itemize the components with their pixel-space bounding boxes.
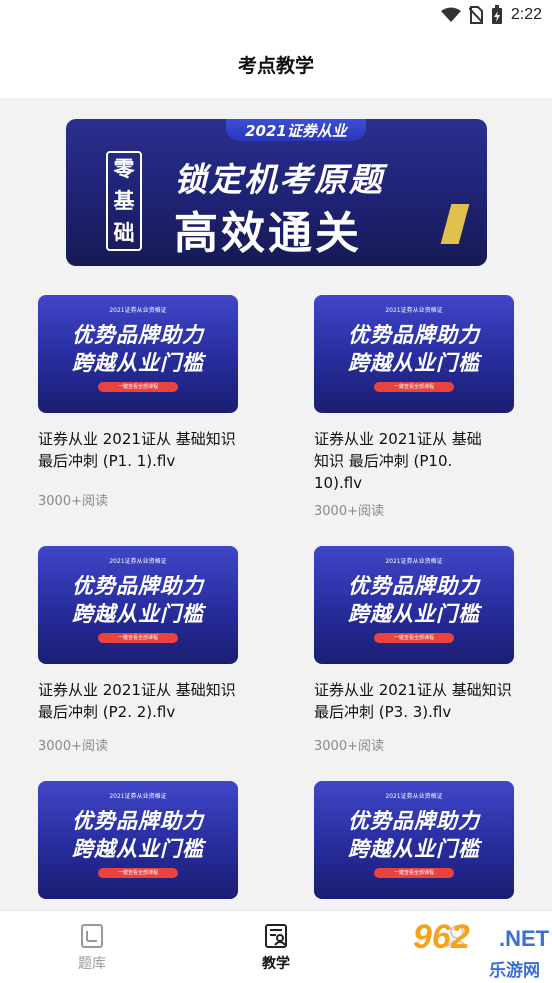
course-card[interactable]: 2021证券从业资格证 优势品牌助力 跨越从业门槛 一键查看全部课程: [38, 781, 268, 910]
course-card[interactable]: 2021证券从业资格证 优势品牌助力 跨越从业门槛 一键查看全部课程 证券从业 …: [38, 546, 268, 766]
read-count: 3000+阅读: [38, 494, 108, 509]
course-thumbnail[interactable]: 2021证券从业资格证 优势品牌助力 跨越从业门槛 一键查看全部课程: [314, 295, 514, 413]
hero-banner[interactable]: 2021证券从业 零 基 础 锁定机考原题 高效通关: [66, 119, 487, 266]
app-header: 考点教学: [0, 30, 552, 98]
read-count: 3000+阅读: [314, 739, 384, 754]
thumb-cta: 一键查看全部课程: [374, 382, 454, 392]
tab-label: 教学: [262, 955, 290, 972]
course-thumbnail[interactable]: 2021证券从业资格证 优势品牌助力 跨越从业门槛 一键查看全部课程: [38, 295, 238, 413]
content-area[interactable]: 2021证券从业 零 基 础 锁定机考原题 高效通关 2021证券从业资格证 优…: [0, 98, 552, 910]
tab-label: 题库: [78, 955, 106, 972]
thumb-headline: 优势品牌助力: [72, 574, 204, 598]
course-title[interactable]: 证券从业 2021证从 基础知识 最后冲刺 (P10. 10).flv: [314, 428, 494, 494]
no-sim-icon: [468, 6, 483, 24]
thumb-caption: 2021证券从业资格证: [385, 793, 443, 800]
thumb-caption: 2021证券从业资格证: [109, 307, 167, 314]
thumb-cta: 一键查看全部课程: [98, 633, 178, 643]
thumb-caption: 2021证券从业资格证: [109, 558, 167, 565]
course-card[interactable]: 2021证券从业资格证 优势品牌助力 跨越从业门槛 一键查看全部课程 证券从业 …: [314, 295, 544, 535]
question-bank-icon: [81, 923, 103, 948]
thumb-subheadline: 跨越从业门槛: [72, 351, 204, 375]
hero-side-label: 零 基 础: [106, 151, 142, 251]
course-thumbnail[interactable]: 2021证券从业资格证 优势品牌助力 跨越从业门槛 一键查看全部课程: [314, 546, 514, 664]
thumb-cta: 一键查看全部课程: [374, 868, 454, 878]
hero-decoration: [440, 204, 470, 244]
watermark-domain: .NET: [499, 926, 550, 951]
read-count: 3000+阅读: [38, 739, 108, 754]
tab-teaching[interactable]: 教学: [216, 911, 336, 983]
thumb-headline: 优势品牌助力: [348, 809, 480, 833]
thumb-cta: 一键查看全部课程: [374, 633, 454, 643]
thumb-caption: 2021证券从业资格证: [385, 558, 443, 565]
watermark-text: 乐游网: [489, 961, 540, 981]
hero-ribbon: 2021证券从业: [226, 119, 366, 141]
thumb-subheadline: 跨越从业门槛: [72, 602, 204, 626]
page-title: 考点教学: [237, 54, 314, 77]
site-watermark: 962 .NET 乐游网: [413, 918, 550, 981]
thumb-subheadline: 跨越从业门槛: [72, 837, 204, 861]
hero-subheadline: 高效通关: [174, 208, 362, 259]
battery-charging-icon: [491, 5, 502, 24]
watermark-number: 962: [413, 918, 470, 956]
thumb-headline: 优势品牌助力: [348, 323, 480, 347]
thumb-cta: 一键查看全部课程: [98, 382, 178, 392]
thumb-headline: 优势品牌助力: [348, 574, 480, 598]
hero-side-char: 础: [113, 220, 135, 245]
hero-side-char: 零: [113, 156, 135, 181]
wifi-icon: [440, 7, 461, 22]
hero-side-char: 基: [113, 188, 135, 213]
thumb-subheadline: 跨越从业门槛: [348, 837, 480, 861]
thumb-caption: 2021证券从业资格证: [109, 793, 167, 800]
teaching-icon: [265, 923, 287, 948]
course-thumbnail[interactable]: 2021证券从业资格证 优势品牌助力 跨越从业门槛 一键查看全部课程: [38, 781, 238, 899]
tab-question-bank[interactable]: 题库: [32, 911, 152, 983]
thumb-cta: 一键查看全部课程: [98, 868, 178, 878]
course-card[interactable]: 2021证券从业资格证 优势品牌助力 跨越从业门槛 一键查看全部课程 证券从业 …: [314, 546, 544, 766]
thumb-caption: 2021证券从业资格证: [385, 307, 443, 314]
course-card[interactable]: 2021证券从业资格证 优势品牌助力 跨越从业门槛 一键查看全部课程 证券从业 …: [38, 295, 268, 525]
course-title[interactable]: 证券从业 2021证从 基础知识 最后冲刺 (P1. 1).flv: [38, 428, 243, 472]
course-thumbnail[interactable]: 2021证券从业资格证 优势品牌助力 跨越从业门槛 一键查看全部课程: [314, 781, 514, 899]
thumb-headline: 优势品牌助力: [72, 323, 204, 347]
course-card[interactable]: 2021证券从业资格证 优势品牌助力 跨越从业门槛 一键查看全部课程: [314, 781, 544, 910]
hero-headline: 锁定机考原题: [174, 160, 384, 199]
thumb-subheadline: 跨越从业门槛: [348, 602, 480, 626]
thumb-subheadline: 跨越从业门槛: [348, 351, 480, 375]
thumb-headline: 优势品牌助力: [72, 809, 204, 833]
status-time: 2:22: [510, 6, 542, 23]
status-icons: 2:22: [440, 4, 542, 26]
course-thumbnail[interactable]: 2021证券从业资格证 优势品牌助力 跨越从业门槛 一键查看全部课程: [38, 546, 238, 664]
status-bar: 2:22: [0, 0, 552, 30]
course-title[interactable]: 证券从业 2021证从 基础知识 最后冲刺 (P3. 3).flv: [314, 679, 519, 723]
course-title[interactable]: 证券从业 2021证从 基础知识 最后冲刺 (P2. 2).flv: [38, 679, 243, 723]
read-count: 3000+阅读: [314, 504, 384, 519]
